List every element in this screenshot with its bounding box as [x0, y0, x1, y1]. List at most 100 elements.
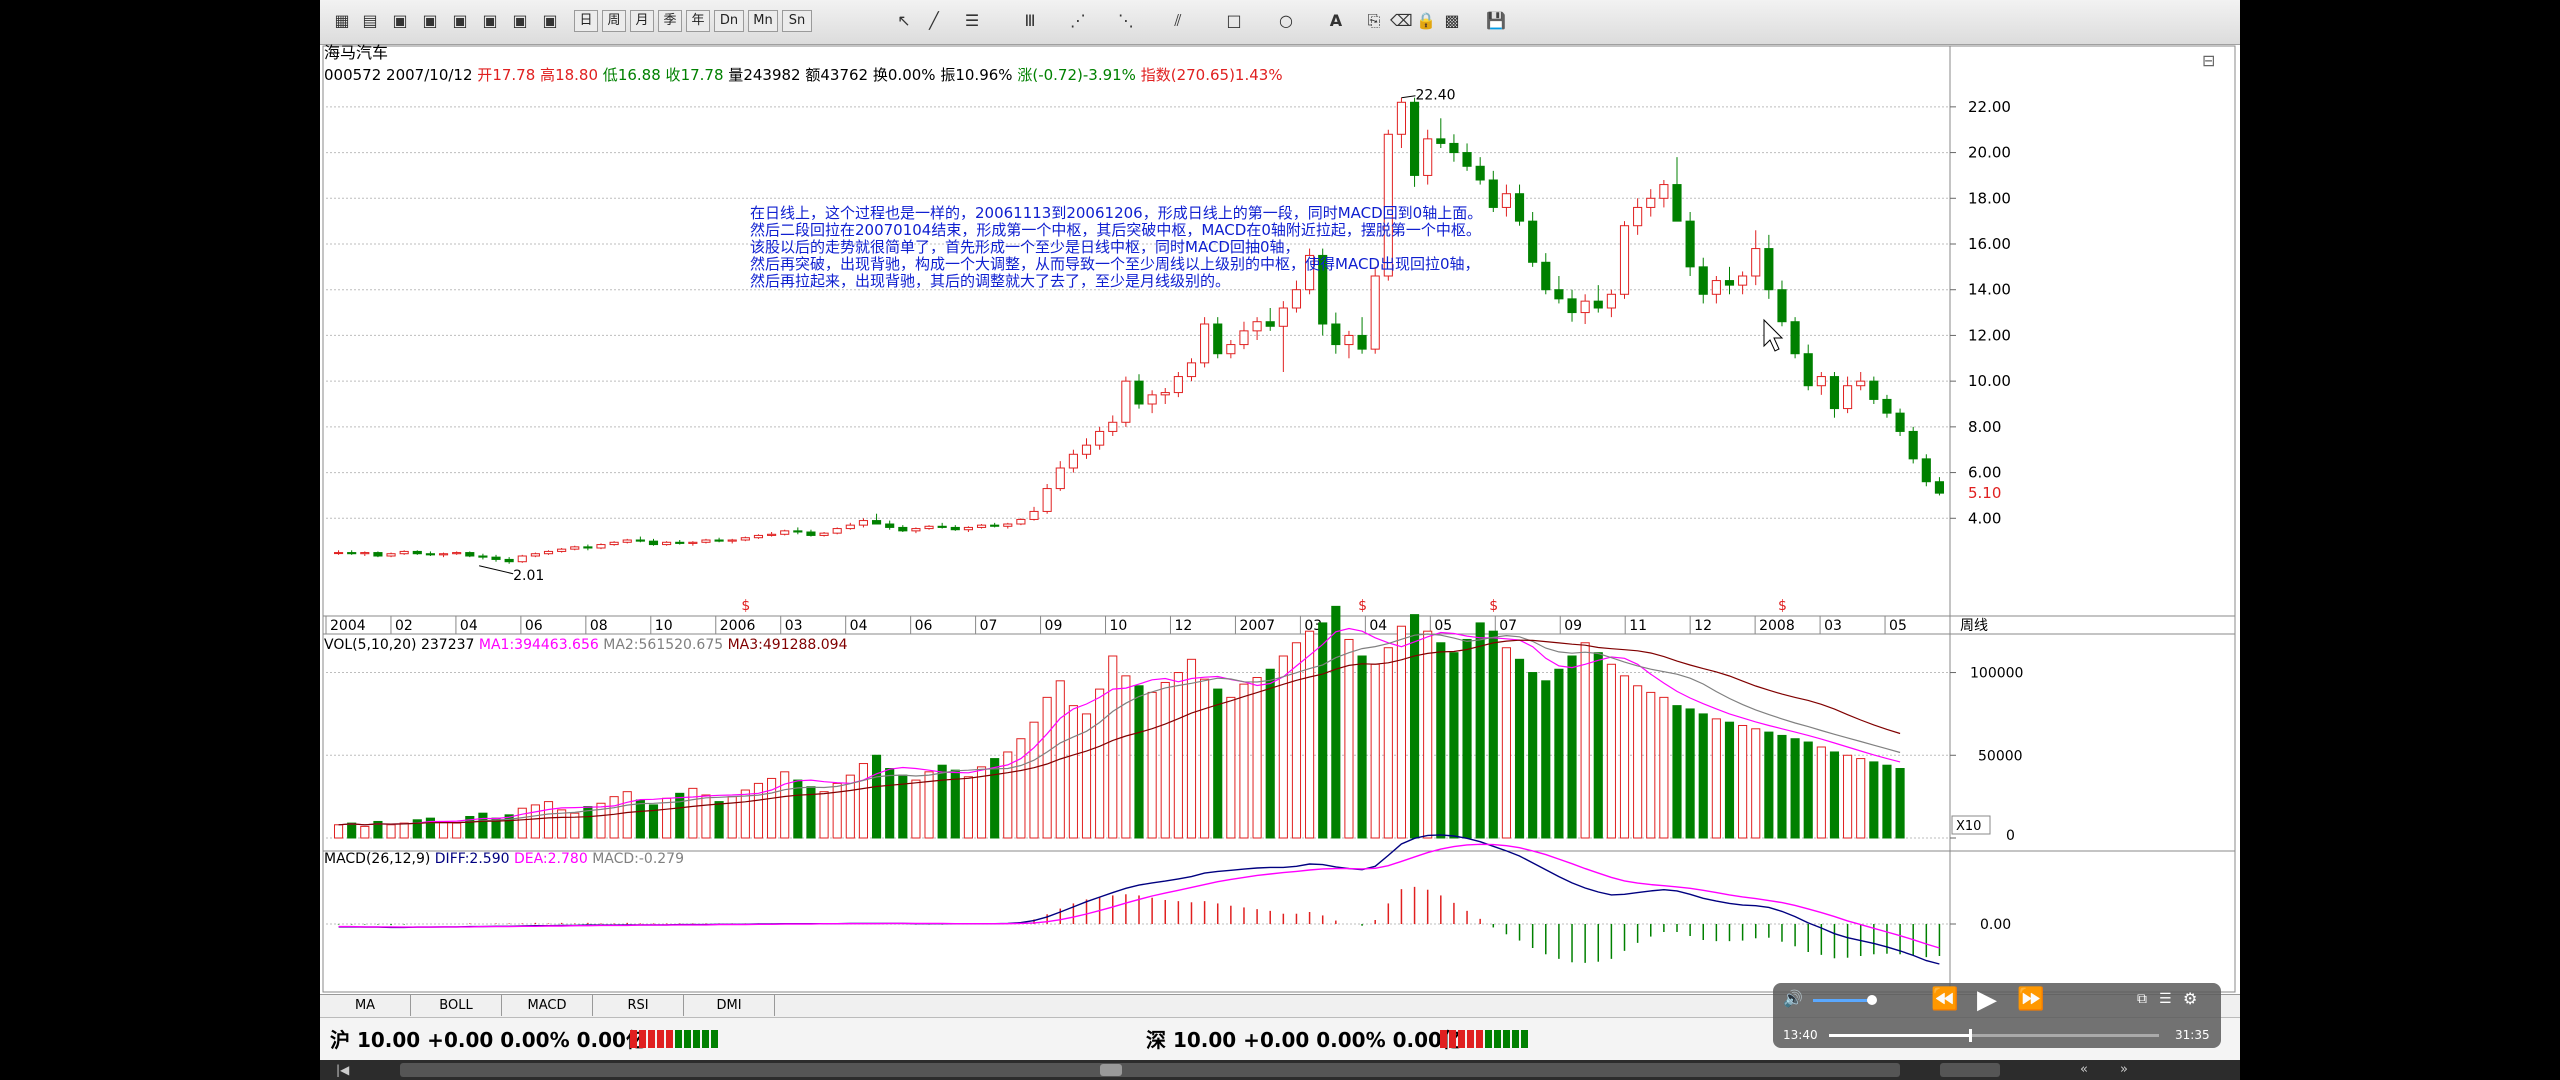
- volume-bar[interactable]: [399, 822, 409, 839]
- volume-bar[interactable]: [990, 758, 1000, 839]
- volume-bar[interactable]: [1121, 675, 1131, 839]
- volume-bar[interactable]: [1383, 647, 1393, 839]
- rewind-icon[interactable]: ⏪: [1931, 987, 1958, 1012]
- candle-body[interactable]: [806, 531, 816, 536]
- volume-bar[interactable]: [1147, 691, 1157, 839]
- volume-bar[interactable]: [1423, 630, 1433, 839]
- volume-bar[interactable]: [1226, 696, 1236, 839]
- volume-bar[interactable]: [1252, 677, 1262, 839]
- volume-bar[interactable]: [1305, 630, 1315, 839]
- volume-bar[interactable]: [1646, 691, 1656, 839]
- fan-lines-icon[interactable]: ⋰: [1068, 12, 1088, 30]
- volume-bar[interactable]: [1856, 758, 1866, 839]
- volume-bar[interactable]: [333, 824, 344, 839]
- candle-body[interactable]: [1869, 380, 1879, 400]
- volume-bar[interactable]: [1882, 764, 1892, 839]
- candle-body[interactable]: [1659, 184, 1669, 199]
- fib-line-icon[interactable]: ☰: [962, 12, 982, 30]
- candle-body[interactable]: [1081, 444, 1092, 455]
- volume-bar[interactable]: [819, 791, 829, 839]
- candle-body[interactable]: [1147, 394, 1157, 405]
- volume-bar[interactable]: [963, 776, 973, 839]
- candle-body[interactable]: [1396, 101, 1407, 135]
- rectangle-icon[interactable]: □: [1224, 12, 1244, 30]
- candle-body[interactable]: [1449, 142, 1459, 154]
- candle-body[interactable]: [333, 552, 344, 555]
- volume-bar[interactable]: [438, 820, 449, 839]
- candle-body[interactable]: [1580, 300, 1590, 314]
- volume-bar[interactable]: [1331, 605, 1341, 839]
- volume-bar[interactable]: [609, 796, 619, 839]
- scroll-track[interactable]: [400, 1063, 1900, 1077]
- candle-body[interactable]: [727, 539, 737, 542]
- period-day-button[interactable]: 日: [574, 10, 598, 32]
- volume-bar[interactable]: [701, 794, 711, 839]
- candle-body[interactable]: [452, 552, 462, 555]
- volume-bar[interactable]: [1541, 680, 1551, 839]
- volume-bar[interactable]: [780, 771, 790, 839]
- zoom-out-icon[interactable]: «: [2080, 1062, 2088, 1077]
- candle-body[interactable]: [1934, 481, 1945, 494]
- candle-body[interactable]: [347, 552, 357, 555]
- candle-body[interactable]: [1921, 458, 1931, 483]
- candle-body[interactable]: [780, 530, 790, 535]
- candle-body[interactable]: [1475, 165, 1485, 181]
- candle-body[interactable]: [1213, 323, 1223, 355]
- volume-bar[interactable]: [517, 807, 527, 839]
- settings-gear-icon[interactable]: ⚙: [2183, 989, 2197, 1008]
- volume-bar[interactable]: [937, 764, 947, 839]
- candle-body[interactable]: [1265, 321, 1275, 327]
- period-mn-button[interactable]: Mn: [748, 10, 778, 32]
- candle-body[interactable]: [1121, 380, 1131, 423]
- chart-style-icon[interactable]: ▤: [360, 12, 380, 30]
- volume-bar[interactable]: [1357, 655, 1367, 839]
- save-icon[interactable]: 💾: [1486, 12, 1506, 30]
- fast-forward-icon[interactable]: ⏩: [2017, 987, 2044, 1012]
- volume-bar[interactable]: [1265, 668, 1275, 839]
- candle-body[interactable]: [491, 556, 501, 560]
- volume-bar[interactable]: [1134, 685, 1144, 839]
- volume-bar[interactable]: [911, 779, 921, 839]
- volume-bar[interactable]: [1436, 642, 1446, 839]
- candle-body[interactable]: [871, 520, 882, 525]
- volume-bar[interactable]: [753, 782, 764, 839]
- volume-bar[interactable]: [1344, 638, 1354, 839]
- volume-bar[interactable]: [504, 814, 514, 839]
- volume-bar[interactable]: [740, 789, 750, 839]
- candle-body[interactable]: [1134, 380, 1144, 405]
- volume-bar[interactable]: [1803, 741, 1813, 839]
- candle-body[interactable]: [858, 520, 869, 526]
- volume-bar[interactable]: [662, 797, 672, 839]
- volume-bar[interactable]: [1528, 672, 1538, 839]
- volume-bar[interactable]: [1816, 746, 1826, 839]
- candle-body[interactable]: [714, 539, 724, 542]
- volume-bar[interactable]: [1698, 713, 1708, 839]
- candle-body[interactable]: [1173, 376, 1183, 394]
- candle-body[interactable]: [885, 523, 895, 528]
- period-dn-button[interactable]: Dn: [714, 10, 744, 32]
- volume-bar[interactable]: [675, 792, 685, 839]
- volume-bar[interactable]: [976, 766, 987, 839]
- volume-bar[interactable]: [1514, 658, 1525, 839]
- tab-boll[interactable]: BOLL: [411, 995, 502, 1016]
- volume-bar[interactable]: [1449, 652, 1459, 839]
- candle-body[interactable]: [635, 539, 645, 542]
- volume-bar[interactable]: [543, 801, 554, 839]
- volume-bar[interactable]: [1239, 683, 1249, 839]
- candle-body[interactable]: [1278, 307, 1288, 327]
- candle-body[interactable]: [740, 537, 750, 541]
- candle-body[interactable]: [1291, 289, 1302, 309]
- candle-body[interactable]: [622, 539, 632, 543]
- volume-bar[interactable]: [1659, 696, 1669, 839]
- candle-body[interactable]: [1226, 344, 1236, 355]
- volume-bar[interactable]: [885, 768, 895, 839]
- candle-body[interactable]: [570, 546, 580, 550]
- gann-icon[interactable]: ⋱: [1116, 12, 1136, 30]
- candle-body[interactable]: [924, 525, 934, 530]
- volume-bar[interactable]: [1095, 688, 1105, 839]
- panel-settings-icon[interactable]: ⊟: [2202, 51, 2215, 70]
- volume-bar[interactable]: [557, 809, 567, 839]
- volume-bar[interactable]: [1554, 668, 1564, 839]
- volume-bar[interactable]: [635, 799, 645, 839]
- candle-body[interactable]: [373, 552, 383, 557]
